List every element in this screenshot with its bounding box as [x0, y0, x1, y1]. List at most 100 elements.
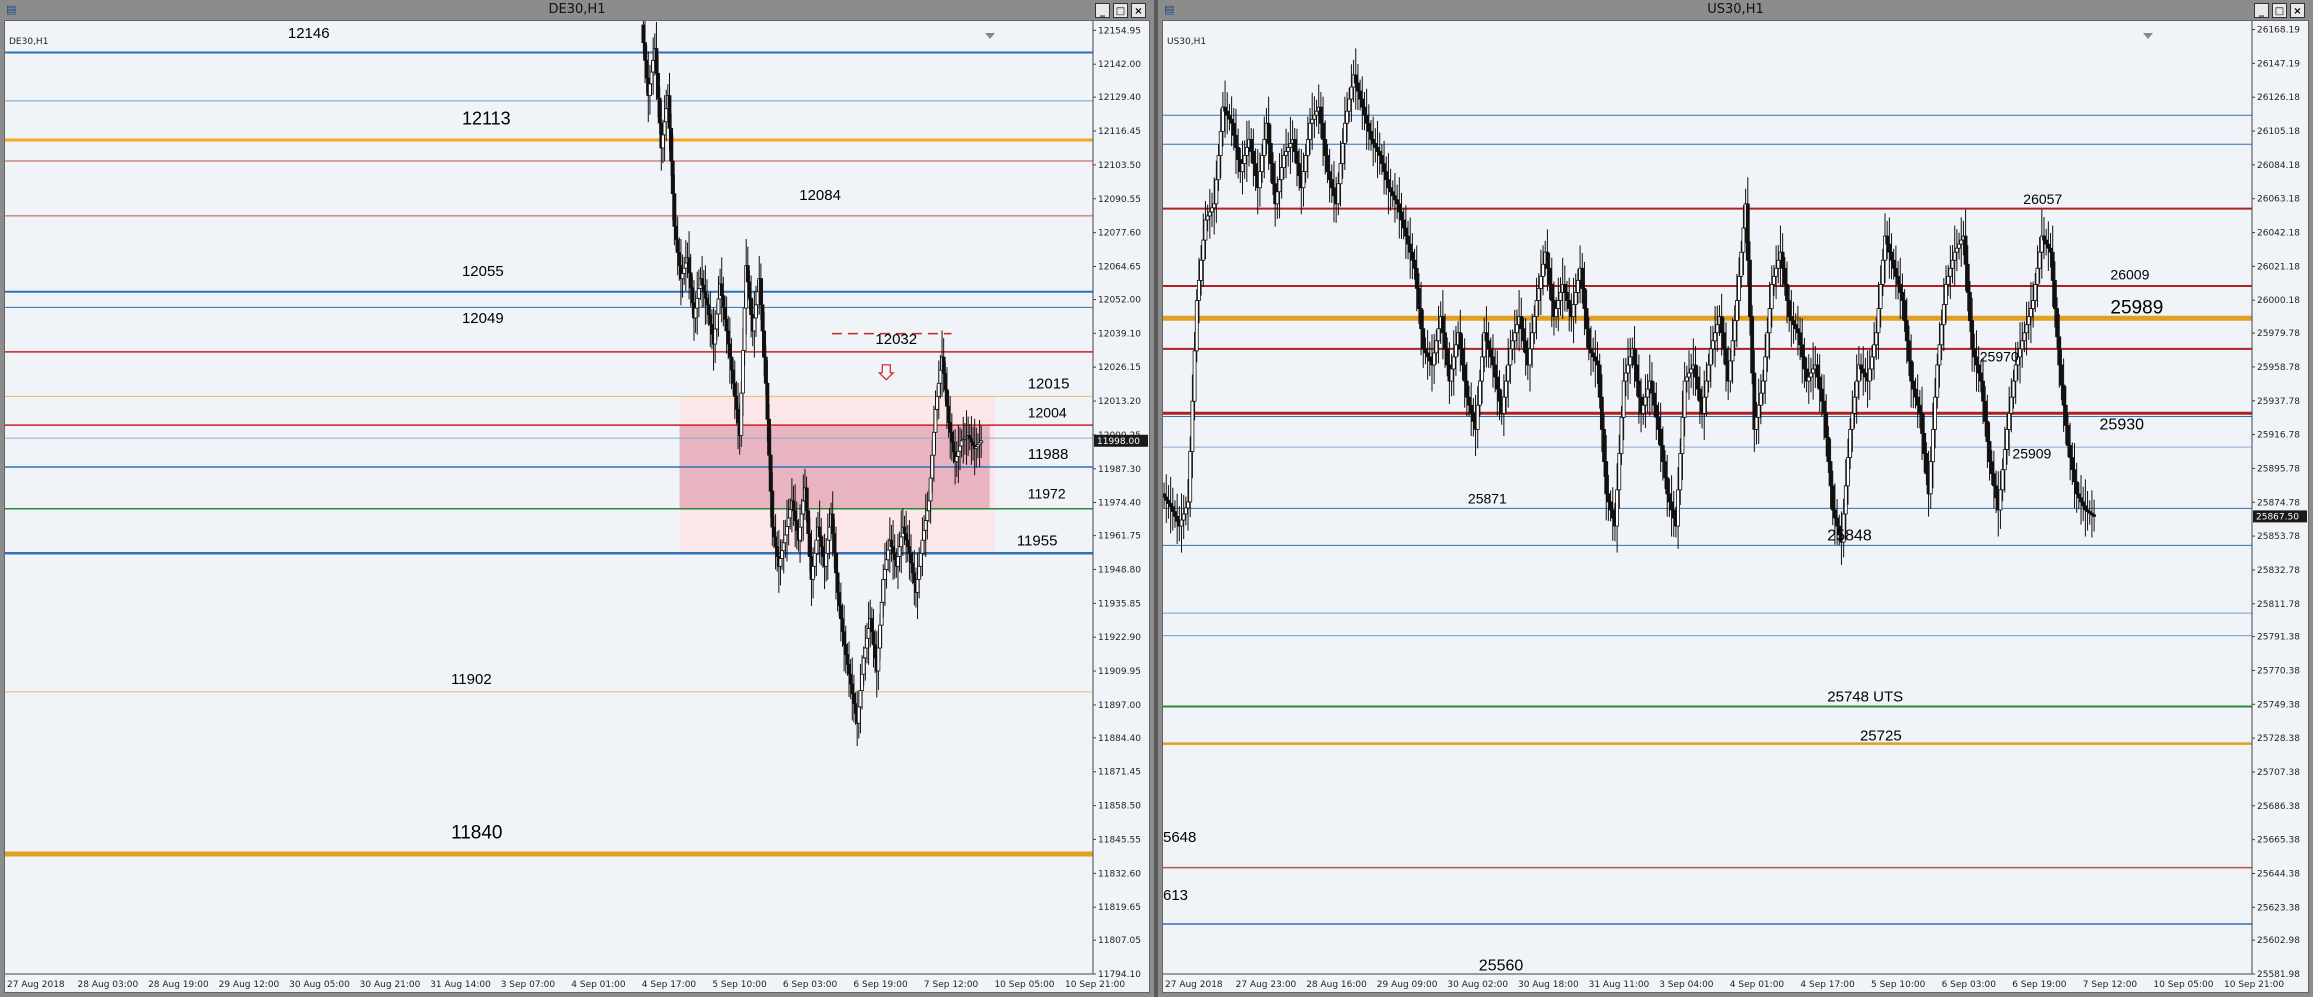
candle-body [1436, 328, 1441, 342]
price-tick-label: 11832.60 [1098, 869, 1141, 879]
candle-body [1440, 316, 1445, 334]
candle-body [1371, 138, 1376, 144]
candle-body [1750, 316, 1755, 374]
candle-body [899, 536, 904, 548]
candle-body [1512, 332, 1517, 342]
candle-body [1495, 376, 1500, 390]
maximize-button[interactable]: □ [2272, 3, 2287, 18]
candle-body [713, 328, 718, 345]
candle-body [1175, 516, 1180, 522]
candle-body [1362, 106, 1367, 116]
us30-chart-area[interactable]: 26057 26009 25989 25970 25930 25909 25871 25848… [1162, 20, 2309, 993]
candle-body [644, 59, 649, 79]
us30-titlebar[interactable]: ▤ US30,H1 _ □ × [1158, 0, 2313, 20]
candle-body [1501, 396, 1506, 414]
candle-body [763, 356, 768, 384]
candle-body [1610, 509, 1615, 519]
candle-body [876, 647, 881, 672]
minimize-button[interactable]: _ [1095, 3, 1110, 18]
candle-body [2048, 247, 2053, 253]
candle-body [2063, 404, 2068, 426]
time-tick-label: 28 Aug 03:00 [78, 980, 139, 990]
candle-body [1249, 138, 1254, 152]
candle-body [703, 291, 708, 299]
close-button[interactable]: × [1131, 3, 1146, 18]
price-tick-label: 11871.45 [1098, 768, 1141, 778]
candle-body [814, 539, 819, 554]
candle-body [853, 703, 858, 714]
price-tick-label: 12039.10 [1098, 329, 1141, 339]
candle-body [1471, 412, 1476, 422]
candle-body [1887, 243, 1892, 253]
candle-body [1586, 328, 1591, 350]
candle-body [745, 265, 750, 283]
candle-body [1210, 207, 1214, 213]
candle-body [786, 517, 791, 527]
candle-body [1488, 348, 1493, 358]
candle-body [1800, 344, 1805, 358]
candle-body [1689, 368, 1694, 374]
level-annotation: 613 [1163, 887, 1188, 904]
candle-body [1793, 324, 1798, 330]
candle-body [1811, 368, 1816, 374]
candle-body [775, 546, 780, 557]
minimize-button[interactable]: _ [2254, 3, 2269, 18]
candle-body [1606, 493, 1611, 503]
de30-titlebar[interactable]: ▤ DE30,H1 _ □ × [0, 0, 1154, 20]
candle-body [1360, 98, 1365, 108]
candle-body [1325, 155, 1330, 173]
candle-body [690, 287, 695, 304]
price-tick-label: 26063.18 [2257, 195, 2300, 205]
candle-body [2000, 469, 2005, 491]
time-tick-label: 5 Sep 10:00 [712, 980, 767, 990]
candle-body [2092, 514, 2096, 517]
candle-body [843, 644, 848, 655]
level-annotation: 12084 [799, 187, 841, 204]
chart-shift-marker[interactable] [2143, 33, 2153, 39]
candle-body [1262, 138, 1267, 156]
candle-body [755, 291, 760, 306]
price-tick-label: 25937.78 [2257, 397, 2300, 407]
candle-body [1992, 473, 1996, 487]
level-annotation: 12113 [462, 108, 511, 128]
candle-body [1911, 380, 1916, 390]
candle-body [1406, 235, 1410, 245]
candle-body [1604, 461, 1609, 495]
candle-body [1667, 493, 1672, 503]
candle-body [1739, 251, 1744, 277]
candle-body [1484, 332, 1489, 342]
candle-body [783, 534, 788, 544]
time-tick-label: 4 Sep 01:00 [571, 980, 626, 990]
price-tick-label: 11922.90 [1098, 633, 1141, 643]
candle-body [1286, 147, 1291, 152]
price-tick-label: 11974.40 [1098, 499, 1141, 509]
close-button[interactable]: × [2290, 3, 2305, 18]
candle-body [683, 262, 688, 269]
time-tick-label: 6 Sep 19:00 [853, 980, 908, 990]
candle-body [674, 225, 678, 240]
candle-body [654, 48, 659, 74]
time-tick-label: 3 Sep 07:00 [501, 980, 556, 990]
candle-body [1576, 279, 1580, 293]
candle-body [2018, 348, 2022, 358]
candle-body [2031, 300, 2036, 309]
candle-body [2022, 332, 2027, 342]
candle-body [1281, 155, 1286, 168]
price-tick-label: 11961.75 [1098, 532, 1141, 542]
candle-body [1874, 332, 1879, 346]
down-arrow-icon [877, 364, 895, 381]
maximize-button[interactable]: □ [1113, 3, 1128, 18]
candle-body [1974, 356, 1979, 366]
candle-body [2002, 449, 2007, 471]
candle-body [1308, 122, 1312, 140]
candle-body [651, 59, 656, 73]
price-tick-label: 26126.18 [2257, 93, 2300, 103]
candle-body [1702, 396, 1707, 414]
candle-body [863, 647, 868, 659]
candle-body [677, 252, 682, 266]
candle-body [2024, 324, 2029, 334]
candle-body [731, 369, 736, 384]
chart-shift-marker[interactable] [985, 33, 995, 39]
candle-body [1207, 211, 1212, 217]
de30-chart-area[interactable]: 12146 12113 12084 12055 12049 12032 12015 12004… [4, 20, 1150, 993]
